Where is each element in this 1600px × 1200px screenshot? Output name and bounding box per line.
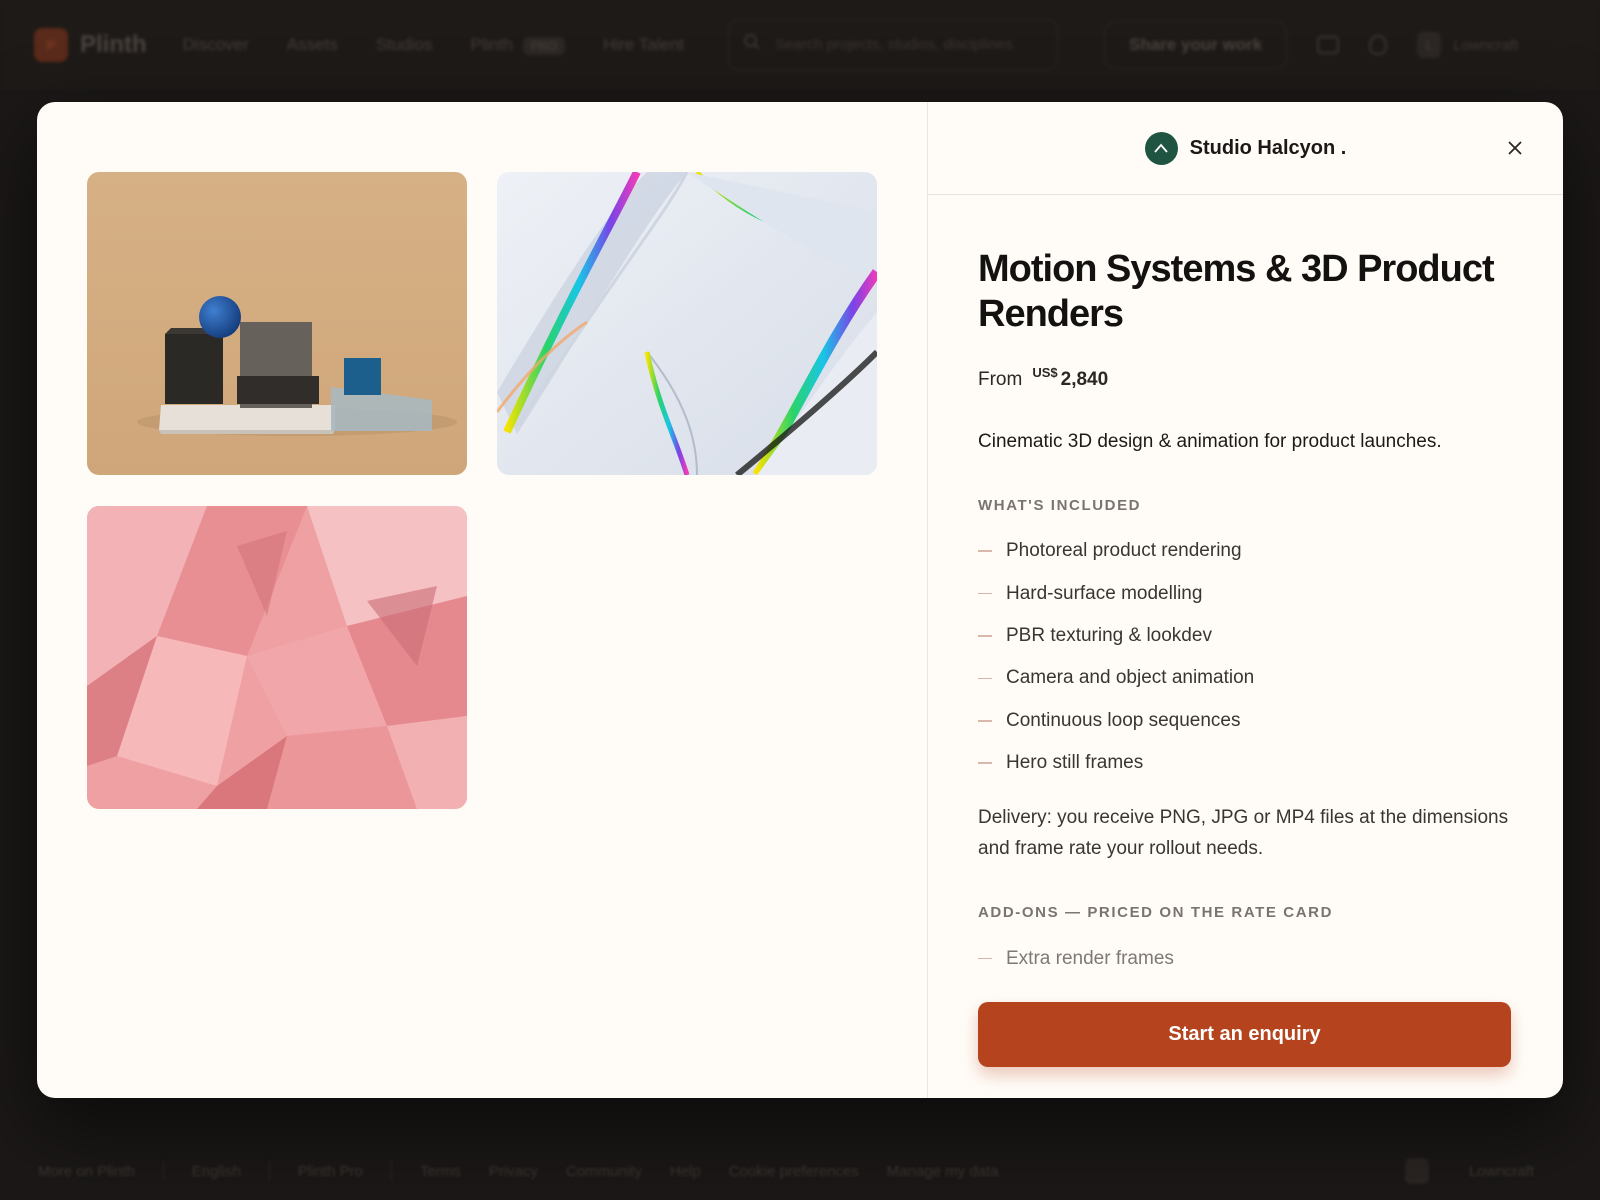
studio-name[interactable]: Studio Halcyon . [1190,137,1347,160]
list-item: PBR texturing & lookdev [978,615,1513,657]
list-item: Continuous loop sequences [978,700,1513,742]
nav-hire-talent: Hire Talent [603,35,685,54]
list-item-label: Photoreal product rendering [1006,540,1242,562]
gallery-image-still-life[interactable] [87,172,467,475]
dash-icon [978,957,992,960]
panel-header: Studio Halcyon . [928,102,1563,195]
list-item: Hard-surface modelling [978,572,1513,614]
close-icon [1508,141,1522,155]
pro-badge: PRO [523,37,566,55]
footer-link: Help [669,1162,701,1180]
background-footer: More on Plinth English Plinth Pro Terms … [0,1142,1600,1200]
image-gallery [37,102,928,1098]
nav-plinth-label: Plinth [470,35,514,54]
footer-link: Cookie preferences [728,1162,859,1180]
dash-icon [978,592,992,595]
user-name: Lowncraft [1453,36,1519,54]
price-currency: US$ [1032,365,1058,380]
addons-heading: ADD-ONS — PRICED ON THE RATE CARD [978,904,1334,922]
search-input: Search projects, studios, disciplines [728,19,1059,71]
footer-link: Plinth Pro [297,1162,363,1180]
footer-link: Terms [419,1162,461,1180]
service-detail-modal: Studio Halcyon . Motion Systems & 3D Pro… [37,102,1563,1098]
included-heading: WHAT'S INCLUDED [978,497,1142,514]
price-prefix: From [978,369,1023,390]
studio-avatar[interactable] [1144,131,1178,165]
footer-avatar [1404,1158,1429,1184]
start-enquiry-button[interactable]: Start an enquiry [978,1002,1511,1067]
footer-link: Manage my data [886,1162,999,1180]
brand-name: Plinth [80,31,147,58]
list-item: Camera and object animation [978,657,1513,699]
dash-icon [978,720,992,722]
list-item-label: Continuous loop sequences [1006,709,1241,731]
list-item-label: Extra render frames [1006,947,1174,969]
background-navbar: P Plinth Discover Assets Studios Plinth P… [0,0,1600,90]
dash-icon [978,677,992,680]
search-placeholder: Search projects, studios, disciplines [775,36,1013,54]
search-icon [743,33,761,57]
footer-user: Lowncraft [1404,1158,1562,1184]
footer-user-name: Lowncraft [1468,1162,1534,1180]
footer-link: More on Plinth [38,1162,135,1180]
list-item-label: Hero still frames [1006,752,1144,774]
dash-icon [978,762,992,764]
footer-link: Privacy [488,1162,538,1180]
nav-discover: Discover [182,35,249,54]
price-amount: 2,840 [1060,369,1109,390]
service-details-panel: Studio Halcyon . Motion Systems & 3D Pro… [928,102,1563,1098]
chevron-up-icon [1154,143,1168,153]
price-row: From US$ 2,840 [978,365,1513,391]
dash-icon [978,635,992,637]
footer-link: Community [566,1162,642,1180]
list-item-label: PBR texturing & lookdev [1006,624,1212,646]
panel-content: Motion Systems & 3D Product Renders From… [928,195,1563,980]
list-item: Hero still frames [978,742,1513,784]
bell-icon [1369,35,1388,55]
service-tagline: Cinematic 3D design & animation for prod… [978,431,1442,452]
delivery-note: Delivery: you receive PNG, JPG or MP4 fi… [978,807,1509,860]
nav-studios: Studios [375,35,433,54]
list-item: Photoreal product rendering [978,530,1513,572]
included-list: Photoreal product rendering Hard-surface… [978,530,1513,784]
gallery-image-glass-ribbons[interactable] [497,172,877,475]
addons-list: Extra render frames [978,937,1513,979]
list-item-label: Camera and object animation [1006,667,1255,689]
share-work-button: Share your work [1104,21,1288,69]
list-item-label: Hard-surface modelling [1006,582,1203,604]
brand-logo: P [34,28,68,62]
service-title: Motion Systems & 3D Product Renders [978,248,1495,335]
close-button[interactable] [1503,136,1527,160]
avatar: L [1417,32,1442,58]
list-item: Extra render frames [978,937,1513,979]
gallery-image-pink-facets[interactable] [87,506,467,809]
footer-link: English [191,1162,241,1180]
nav-assets: Assets [286,35,338,54]
nav-plinth-pro: Plinth PRO [471,35,566,55]
dash-icon [978,550,992,552]
mail-icon [1317,36,1340,54]
